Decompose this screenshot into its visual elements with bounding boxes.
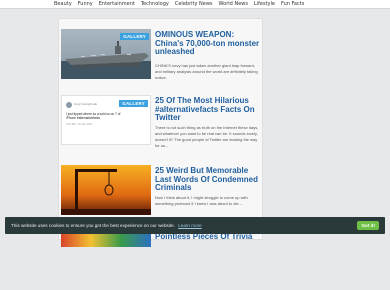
article-title[interactable]: 25 Of The Most Hilarious #alternativefac… <box>155 96 262 123</box>
noose-image <box>61 165 151 215</box>
article-card[interactable]: Pointless Pieces Of Trivia <box>59 225 264 290</box>
article-title[interactable]: OMINOUS WEAPON: China's 70,000-ton monst… <box>155 30 262 57</box>
nav-item-lifestyle[interactable]: Lifestyle <box>254 1 275 7</box>
gallery-badge: GALLERY <box>120 33 149 40</box>
tweet-text: I just tipped where so a sold so on 7 of… <box>66 112 121 120</box>
article-thumbnail-aircraft-carrier[interactable]: GALLERY <box>61 29 151 79</box>
avatar <box>66 102 72 108</box>
article-thumbnail-tweet[interactable]: Cory Funnybrook I just tipped where so a… <box>61 95 151 145</box>
cookie-message: This website uses cookies to ensure you … <box>11 223 175 228</box>
nav-item-fun-facts[interactable]: Fun Facts <box>281 1 304 7</box>
nav-item-technology[interactable]: Technology <box>141 1 169 7</box>
article-thumbnail-noose[interactable] <box>61 165 151 215</box>
nav-item-world-news[interactable]: World News <box>219 1 248 7</box>
nav-item-celebrity-news[interactable]: Celebrity News <box>175 1 213 7</box>
tweet-meta: 4:07 PM · 22 Jan 2017 <box>66 123 93 126</box>
article-excerpt: Now I think about it, I might struggle t… <box>155 195 248 206</box>
nav-item-funny[interactable]: Funny <box>78 1 93 7</box>
article-card[interactable]: GALLERY OMINOUS WEAPON: China's 70,000-t… <box>59 23 264 88</box>
cookie-accept-button[interactable]: Got it! <box>357 221 379 230</box>
top-nav: Beauty Funny Entertainment Technology Ce… <box>0 0 390 9</box>
cookie-learn-more-link[interactable]: Learn more <box>178 223 202 228</box>
article-title[interactable]: 25 Weird But Memorable Last Words Of Con… <box>155 166 262 193</box>
gallery-badge: GALLERY <box>119 100 148 107</box>
nav-item-entertainment[interactable]: Entertainment <box>99 1 135 7</box>
nav-item-beauty[interactable]: Beauty <box>54 1 72 7</box>
article-excerpt: There is not such thing as truth on the … <box>155 125 259 148</box>
article-card[interactable]: Cory Funnybrook I just tipped where so a… <box>59 89 264 154</box>
article-card[interactable]: 25 Weird But Memorable Last Words Of Con… <box>59 159 264 224</box>
article-excerpt: CHINA'S navy has just taken another gian… <box>155 63 258 80</box>
tweet-author: Cory Funnybrook <box>74 102 98 106</box>
cookie-consent-bar: This website uses cookies to ensure you … <box>5 217 385 234</box>
article-title[interactable]: Pointless Pieces Of Trivia <box>155 232 262 242</box>
article-list: GALLERY OMINOUS WEAPON: China's 70,000-t… <box>58 18 264 247</box>
